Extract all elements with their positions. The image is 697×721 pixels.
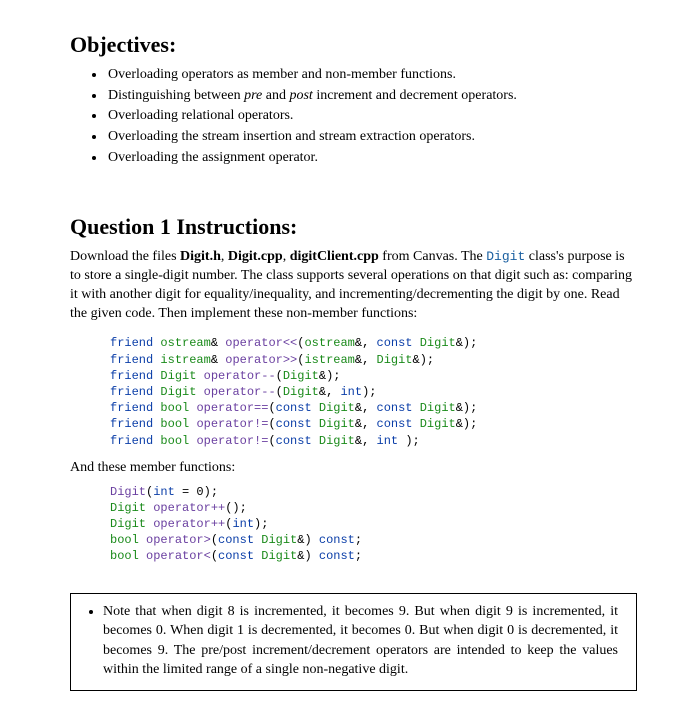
- objective-item: Overloading relational operators.: [106, 107, 637, 126]
- objective-text-prefix: Distinguishing between: [108, 88, 244, 103]
- intro-text: Download the files: [70, 249, 180, 264]
- objective-item: Overloading the stream insertion and str…: [106, 128, 637, 147]
- question-intro: Download the files Digit.h, Digit.cpp, d…: [70, 248, 637, 324]
- objective-text: Overloading the stream insertion and str…: [108, 129, 475, 144]
- member-code-block: Digit(int = 0); Digit operator++(); Digi…: [110, 484, 637, 565]
- intro-text: from Canvas. The: [379, 249, 486, 264]
- objective-item: Overloading operators as member and non-…: [106, 66, 637, 85]
- objective-text: Overloading the assignment operator.: [108, 150, 318, 165]
- separator: ,: [283, 249, 290, 264]
- objectives-heading: Objectives:: [70, 30, 637, 60]
- objective-text-italic-pre: pre: [244, 88, 262, 103]
- objective-text-italic-post: post: [289, 88, 312, 103]
- objective-text-suffix: increment and decrement operators.: [313, 88, 517, 103]
- objective-text: Overloading relational operators.: [108, 108, 293, 123]
- objective-item: Distinguishing between pre and post incr…: [106, 87, 637, 106]
- objective-text: Overloading operators as member and non-…: [108, 67, 456, 82]
- filename: Digit.h: [180, 249, 221, 264]
- class-name-code: Digit: [486, 249, 525, 264]
- note-text: Note that when digit 8 is incremented, i…: [103, 602, 618, 680]
- document-page: Objectives: Overloading operators as mem…: [0, 0, 697, 721]
- note-box: Note that when digit 8 is incremented, i…: [70, 593, 637, 691]
- objectives-list: Overloading operators as member and non-…: [88, 66, 637, 168]
- member-functions-lead: And these member functions:: [70, 459, 637, 478]
- filename: Digit.cpp: [228, 249, 283, 264]
- objective-item: Overloading the assignment operator.: [106, 149, 637, 168]
- question-heading: Question 1 Instructions:: [70, 212, 637, 242]
- filename: digitClient.cpp: [290, 249, 379, 264]
- nonmember-code-block: friend ostream& operator<<(ostream&, con…: [110, 335, 637, 448]
- objective-text-mid: and: [262, 88, 289, 103]
- separator: ,: [221, 249, 228, 264]
